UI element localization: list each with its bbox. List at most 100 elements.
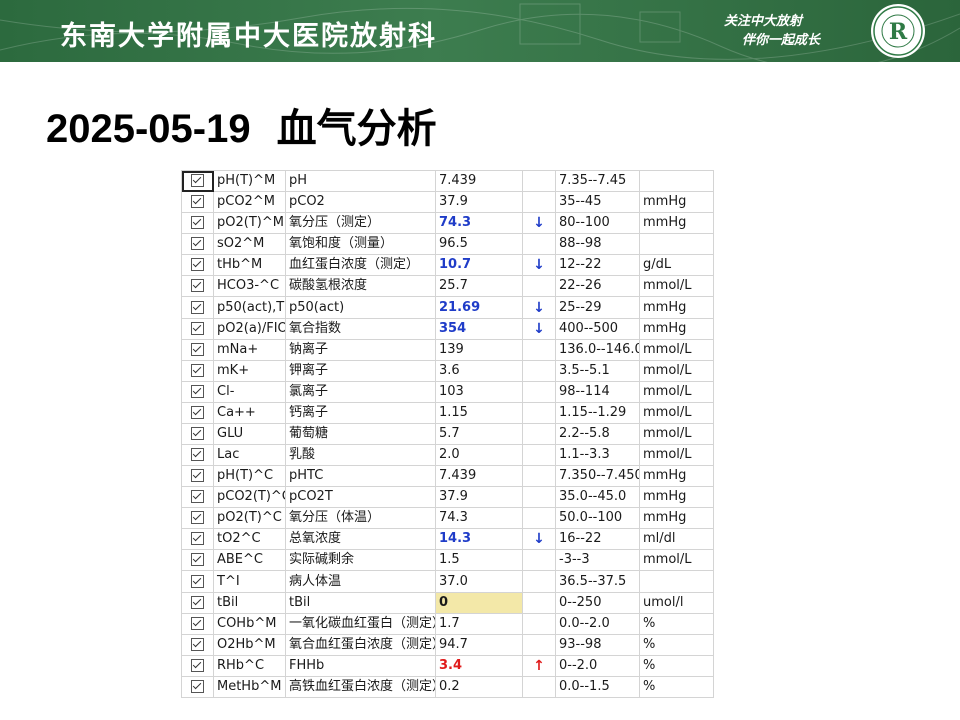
checkbox-checked-icon[interactable] xyxy=(191,258,204,272)
checkbox-checked-icon[interactable] xyxy=(191,658,204,672)
reference-range: 35--45 xyxy=(555,191,640,214)
test-unit: % xyxy=(639,675,714,699)
checkbox-checked-icon[interactable] xyxy=(191,595,204,609)
reference-range: 400--500 xyxy=(555,317,640,340)
test-code: pO2(a)/FIO xyxy=(213,317,286,340)
row-checkbox[interactable] xyxy=(181,528,214,551)
table-row: mNa+ 钠离子 139 136.0--146.0 mmol/L xyxy=(181,338,714,361)
test-unit: mmol/L xyxy=(639,275,714,298)
checkbox-checked-icon[interactable] xyxy=(191,490,204,504)
checkbox-checked-icon[interactable] xyxy=(191,405,204,419)
abnormal-flag xyxy=(522,422,556,446)
test-unit: mmHg xyxy=(639,465,714,488)
checkbox-checked-icon[interactable] xyxy=(191,174,204,188)
test-value: 1.5 xyxy=(435,549,523,572)
reference-range: 7.350--7.450 xyxy=(555,465,640,488)
test-name: 钠离子 xyxy=(285,338,436,361)
table-row: ABE^C 实际碱剩余 1.5 -3--3 mmol/L xyxy=(181,549,714,572)
test-unit xyxy=(639,570,714,593)
row-checkbox[interactable] xyxy=(181,254,214,277)
slogan: 关注中大放射 伴你一起成长 xyxy=(724,12,820,50)
row-checkbox[interactable] xyxy=(181,212,214,235)
table-row: HCO3-^C 碳酸氢根浓度 25.7 22--26 mmol/L xyxy=(181,275,714,298)
table-row: T^I 病人体温 37.0 36.5--37.5 xyxy=(181,570,714,593)
test-name: FHHb xyxy=(285,654,436,677)
reference-range: 88--98 xyxy=(555,233,640,256)
test-name: 钾离子 xyxy=(285,359,436,382)
checkbox-checked-icon[interactable] xyxy=(191,553,204,567)
checkbox-checked-icon[interactable] xyxy=(191,321,204,335)
test-code: ABE^C xyxy=(213,549,286,572)
table-row: tHb^M 血红蛋白浓度（测定） 10.7 ↓ 12--22 g/dL xyxy=(181,254,714,277)
test-code: O2Hb^M xyxy=(213,633,286,656)
checkbox-checked-icon[interactable] xyxy=(191,300,204,314)
row-checkbox[interactable] xyxy=(181,570,214,593)
row-checkbox[interactable] xyxy=(181,169,214,193)
checkbox-checked-icon[interactable] xyxy=(191,469,204,483)
test-value: 139 xyxy=(435,338,523,361)
test-unit: g/dL xyxy=(639,254,714,277)
checkbox-checked-icon[interactable] xyxy=(191,279,204,293)
slide-title: 2025-05-19 血气分析 xyxy=(46,96,437,154)
row-checkbox[interactable] xyxy=(181,654,214,677)
test-unit: mmol/L xyxy=(639,401,714,424)
test-value: 10.7 xyxy=(435,254,523,277)
table-row: O2Hb^M 氧合血红蛋白浓度（测定） 94.7 93--98% xyxy=(181,633,714,656)
row-checkbox[interactable] xyxy=(181,612,214,635)
row-checkbox[interactable] xyxy=(181,359,214,382)
test-unit: mmol/L xyxy=(639,359,714,382)
test-code: Ca++ xyxy=(213,401,286,424)
row-checkbox[interactable] xyxy=(181,380,214,403)
row-checkbox[interactable] xyxy=(181,549,214,572)
test-unit: mmol/L xyxy=(639,444,714,467)
row-checkbox[interactable] xyxy=(181,486,214,509)
checkbox-checked-icon[interactable] xyxy=(191,448,204,462)
table-row: tO2^C 总氧浓度 14.3 ↓ 16--22 ml/dl xyxy=(181,528,714,551)
reference-range: -3--3 xyxy=(555,549,640,572)
reference-range: 98--114 xyxy=(555,380,640,403)
checkbox-checked-icon[interactable] xyxy=(191,384,204,398)
row-checkbox[interactable] xyxy=(181,296,214,319)
row-checkbox[interactable] xyxy=(181,275,214,298)
row-checkbox[interactable] xyxy=(181,338,214,361)
checkbox-checked-icon[interactable] xyxy=(191,637,204,651)
checkbox-checked-icon[interactable] xyxy=(191,511,204,525)
hospital-department-title: 东南大学附属中大医院放射科 xyxy=(60,21,437,52)
row-checkbox[interactable] xyxy=(181,191,214,214)
abnormal-flag: ↓ xyxy=(522,317,556,340)
checkbox-checked-icon[interactable] xyxy=(191,342,204,356)
test-name: 氧合指数 xyxy=(285,317,436,340)
row-checkbox[interactable] xyxy=(181,401,214,424)
test-value: 2.0 xyxy=(435,444,523,467)
checkbox-checked-icon[interactable] xyxy=(191,532,204,546)
reference-range: 16--22 xyxy=(555,528,640,551)
row-checkbox[interactable] xyxy=(181,444,214,467)
checkbox-checked-icon[interactable] xyxy=(191,426,204,440)
reference-range: 22--26 xyxy=(555,275,640,298)
row-checkbox[interactable] xyxy=(181,507,214,530)
test-unit: mmHg xyxy=(639,191,714,214)
checkbox-checked-icon[interactable] xyxy=(191,195,204,209)
test-name: 葡萄糖 xyxy=(285,422,436,446)
checkbox-checked-icon[interactable] xyxy=(191,574,204,588)
checkbox-checked-icon[interactable] xyxy=(191,216,204,230)
row-checkbox[interactable] xyxy=(181,422,214,446)
hospital-logo-icon: R xyxy=(871,4,925,58)
row-checkbox[interactable] xyxy=(181,465,214,488)
row-checkbox[interactable] xyxy=(181,633,214,656)
test-value: 37.9 xyxy=(435,486,523,509)
test-code: COHb^M xyxy=(213,612,286,635)
row-checkbox[interactable] xyxy=(181,233,214,256)
test-unit: mmol/L xyxy=(639,422,714,446)
row-checkbox[interactable] xyxy=(181,317,214,340)
abnormal-flag xyxy=(522,486,556,509)
test-name: 氧分压（体温） xyxy=(285,507,436,530)
row-checkbox[interactable] xyxy=(181,675,214,699)
checkbox-checked-icon[interactable] xyxy=(191,679,204,693)
checkbox-checked-icon[interactable] xyxy=(191,616,204,630)
checkbox-checked-icon[interactable] xyxy=(191,363,204,377)
reference-range: 0--250 xyxy=(555,591,640,614)
row-checkbox[interactable] xyxy=(181,591,214,614)
test-value: 103 xyxy=(435,380,523,403)
checkbox-checked-icon[interactable] xyxy=(191,237,204,251)
